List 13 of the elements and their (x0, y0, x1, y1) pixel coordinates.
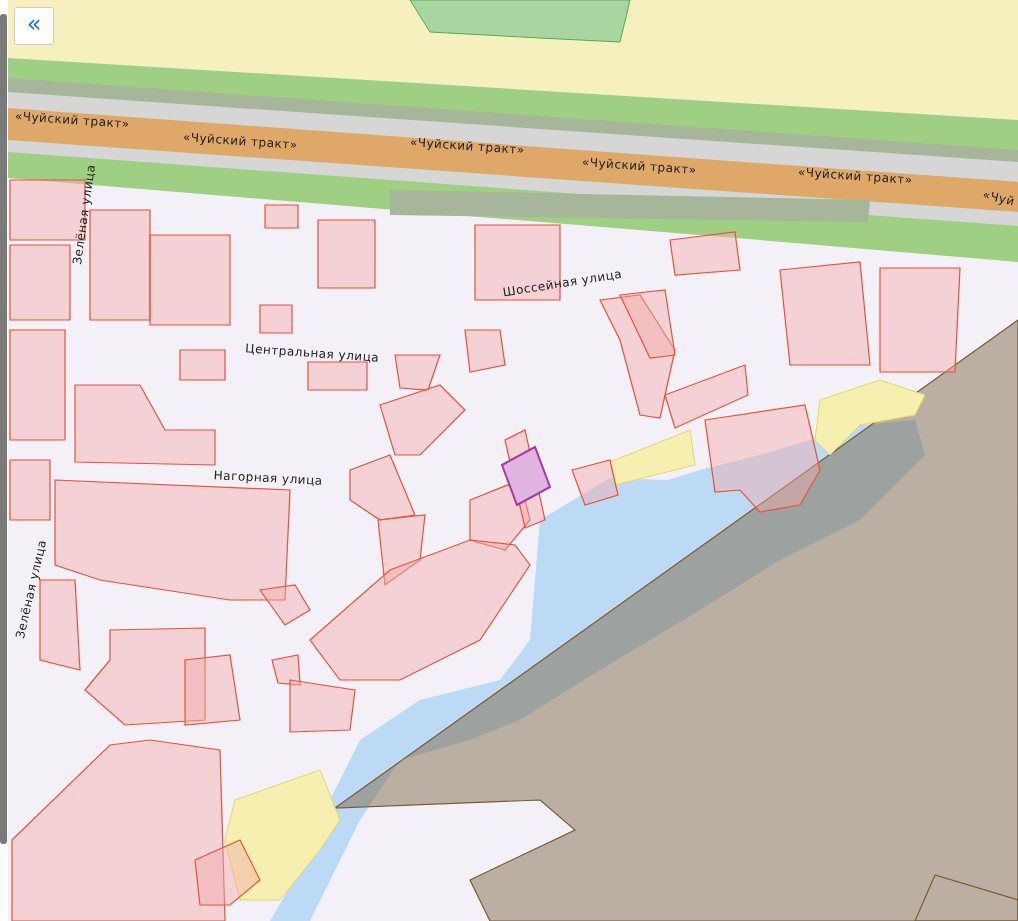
street-label: Центральная улица (244, 341, 380, 365)
road-label: «Чуйский тракт» (797, 165, 913, 187)
selected-parcel[interactable] (500, 445, 552, 507)
road-label: «Чуйский тракт» (182, 130, 298, 152)
road-label: «Чуйский тракт» (14, 109, 130, 131)
street-label: Шоссейная улица (501, 266, 623, 300)
road-label: «Чуйский тракт» (581, 155, 697, 177)
road-label: «Чуйский тракт» (409, 135, 525, 157)
road-label: «Чуй (981, 187, 1017, 209)
street-label: Нагорная улица (213, 468, 323, 488)
scrollbar[interactable] (0, 14, 7, 844)
collapse-button[interactable]: « (14, 7, 54, 45)
street-label: Зелёная улица (70, 163, 98, 266)
